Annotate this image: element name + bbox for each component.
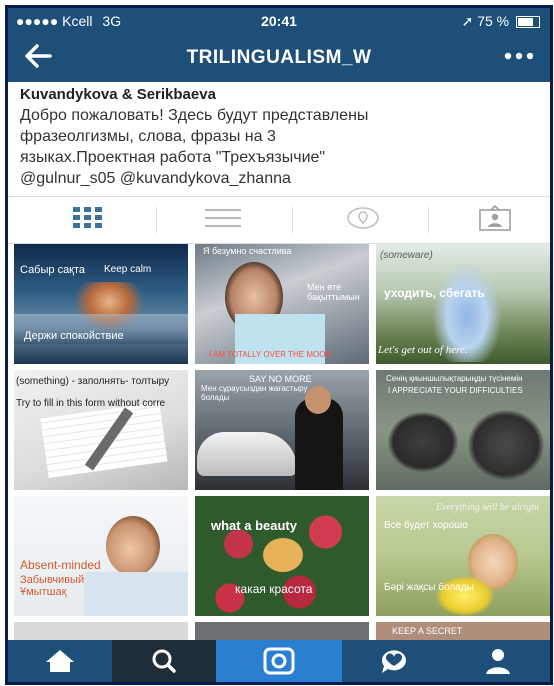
post-caption: Keep calm xyxy=(104,264,152,275)
battery-status: ➚ 75 % xyxy=(462,13,540,30)
list-icon xyxy=(205,209,241,227)
post-thumbnail[interactable]: Everything will be alright Все будет хор… xyxy=(376,496,550,616)
post-caption: Держи спокойствие xyxy=(24,330,124,342)
more-options-button[interactable] xyxy=(502,42,536,73)
battery-icon xyxy=(516,16,540,29)
post-thumbnail[interactable]: KEEP A SECRET xyxy=(376,622,550,642)
post-thumbnail[interactable]: (something) - заполнять- толтыру Try to … xyxy=(14,370,188,490)
post-caption: Absent-minded xyxy=(20,558,101,572)
view-tabs xyxy=(8,196,550,244)
post-caption: (something) - заполнять- толтыру xyxy=(16,376,170,387)
tab-tagged-photos[interactable] xyxy=(470,204,520,235)
profile-full-name: Kuvandykova & Serikbaeva xyxy=(20,86,216,103)
tab-grid-view[interactable] xyxy=(63,205,113,235)
profile-bio: Kuvandykova & Serikbaeva Добро пожаловат… xyxy=(20,86,540,189)
tab-map-view[interactable] xyxy=(338,205,388,235)
location-arrow-icon: ➚ xyxy=(461,13,474,29)
tagged-person-icon xyxy=(479,204,511,231)
person-icon xyxy=(486,649,510,674)
battery-percent: 75 % xyxy=(477,13,510,29)
post-thumbnail[interactable]: Сенің қиыншылықтарыңды түсінемін I APPRE… xyxy=(376,370,550,490)
post-caption: what a beauty xyxy=(211,518,297,533)
post-thumbnail[interactable]: (someware) уходить, сбегать Let's get ou… xyxy=(376,244,550,364)
post-caption: Я безумно счастлива xyxy=(203,246,292,256)
phone-screen: ●●●●● Kcell 3G 20:41 ➚ 75 % TRILINGUALIS… xyxy=(5,5,553,685)
location-pin-icon xyxy=(347,207,379,229)
tab-search[interactable] xyxy=(112,640,216,682)
tab-profile[interactable] xyxy=(446,640,550,682)
post-caption: Try to fill in this form without corre xyxy=(16,398,166,409)
grid-icon xyxy=(73,207,102,228)
home-icon xyxy=(46,650,74,672)
post-caption: I APPRECIATE YOUR DIFFICULTIES xyxy=(388,386,523,395)
camera-icon xyxy=(263,647,295,675)
post-thumbnail[interactable]: Сабыр сақта Keep calm Держи спокойствие xyxy=(14,244,188,364)
post-caption: Мен сұраусыздан жағастыру болады xyxy=(201,384,308,402)
post-caption: Сенің қиыншылықтарыңды түсінемін xyxy=(386,374,523,383)
post-caption: SAY NO MORE xyxy=(249,374,312,384)
navigation-bar: TRILINGUALISM_W xyxy=(8,34,550,82)
photo-grid: Сабыр сақта Keep calm Держи спокойствие … xyxy=(14,244,550,642)
tab-home[interactable] xyxy=(8,640,112,682)
post-thumbnail[interactable] xyxy=(14,622,188,642)
post-thumbnail[interactable]: Absent-minded Забывчивый Ұмытшақ xyxy=(14,496,188,616)
post-caption: Сабыр сақта xyxy=(20,264,86,276)
post-caption: (someware) xyxy=(380,250,433,261)
more-dots-icon xyxy=(504,52,534,60)
post-caption: Все будет хорошо xyxy=(384,520,468,531)
post-caption: Everything will be alright xyxy=(436,502,540,513)
heart-bubble-icon xyxy=(381,650,406,673)
post-caption: Мен өте бақыттымын xyxy=(307,282,360,302)
bottom-tab-bar xyxy=(8,640,550,682)
bio-line: Добро пожаловать! Здесь будут представле… xyxy=(20,107,369,124)
tab-activity[interactable] xyxy=(342,640,446,682)
tab-list-view[interactable] xyxy=(198,205,248,235)
post-caption: I AM TOTALLY OVER THE MOON xyxy=(209,350,332,359)
bio-mentions[interactable]: @gulnur_s05 @kuvandykova_zhanna xyxy=(20,168,540,189)
profile-username: TRILINGUALISM_W xyxy=(186,47,372,68)
search-icon xyxy=(152,649,176,673)
post-thumbnail[interactable] xyxy=(195,622,369,642)
post-caption: Let's get out of here. xyxy=(378,344,468,356)
post-thumbnail[interactable]: Я безумно счастлива Мен өте бақыттымын I… xyxy=(195,244,369,364)
post-caption: уходить, сбегать xyxy=(384,286,485,300)
status-bar: ●●●●● Kcell 3G 20:41 ➚ 75 % xyxy=(8,8,550,34)
post-thumbnail[interactable]: what a beauty какая красота xyxy=(195,496,369,616)
bio-line: языках.Проектная работа "Трехъязычие" xyxy=(20,149,326,166)
post-caption: Бәрі жақсы болады xyxy=(384,582,474,593)
tab-camera[interactable] xyxy=(216,640,342,682)
post-thumbnail[interactable]: SAY NO MORE Мен сұраусыздан жағастыру бо… xyxy=(195,370,369,490)
post-caption: Забывчивый Ұмытшақ xyxy=(20,574,85,598)
bio-line: фразеолгизмы, слова, фразы на 3 xyxy=(20,128,276,145)
post-caption: какая красота xyxy=(235,582,313,596)
post-caption: KEEP A SECRET xyxy=(392,626,463,636)
